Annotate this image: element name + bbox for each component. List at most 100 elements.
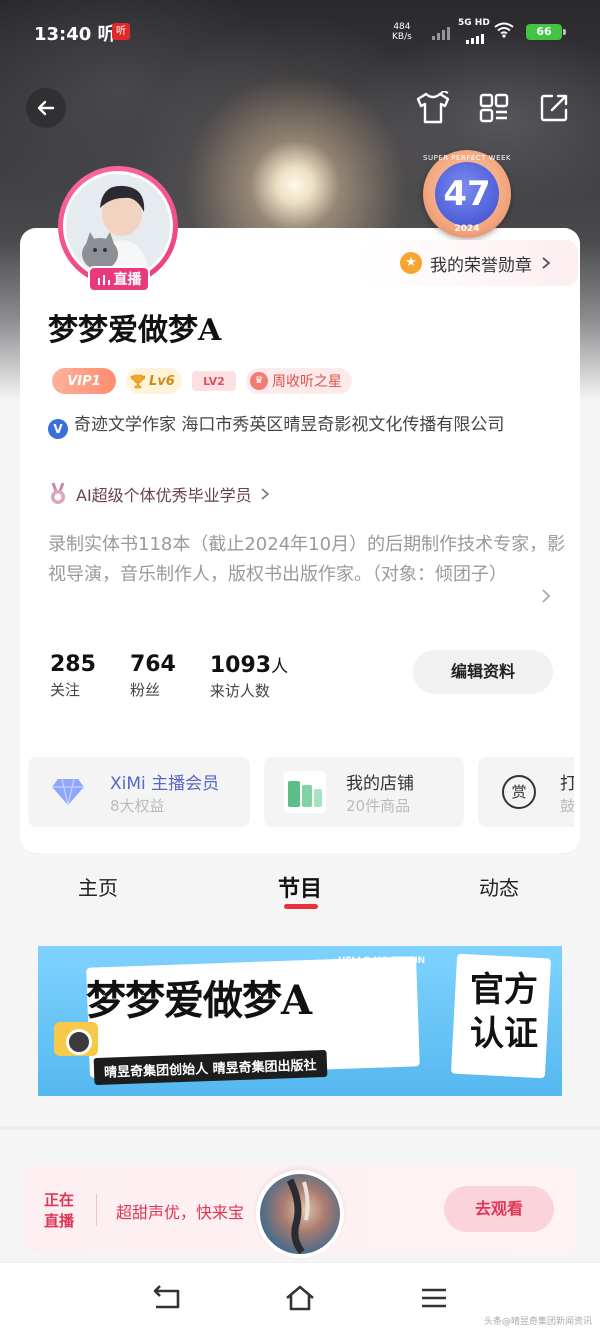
live-room-avatar[interactable] [256,1170,344,1258]
qr-code-button[interactable] [474,88,514,128]
network-speed-unit: KB/s [392,32,412,42]
system-navigation-bar: 头条@晴昱奇集团新闻资讯 [0,1262,600,1333]
avatar-image [63,171,173,281]
live-status-label: 直播 [113,272,142,288]
nav-menu-icon[interactable] [417,1283,451,1313]
signal-5g-icon [466,30,484,44]
service-card-subtitle: 20件商品 [346,797,411,815]
banner-name: 梦梦爱做梦A [86,977,312,1024]
stat-following-label: 关注 [50,681,81,699]
certification-text: 奇迹文学作家 海口市秀英区晴昱奇影视文化传播有限公司 [74,415,505,435]
verified-icon: V [48,419,68,439]
trophy-icon [130,374,146,389]
user-tags: VIP1 Lv6 LV2 ♛ 周收听之星 [52,367,352,395]
wifi-icon [494,22,514,38]
stat-visitors-value: 1093 [209,653,272,678]
tshirt-icon [416,91,450,124]
crown-icon: ♛ [250,372,268,390]
stat-visitors[interactable]: 1093人 来访人数 [210,652,288,701]
service-card-title: 我的店铺 [346,774,414,794]
share-button[interactable] [534,88,574,128]
service-card-my-shop[interactable]: 我的店铺 20件商品 [264,757,464,827]
status-time: 13:40 听 [34,20,116,46]
signal-icon [432,26,450,40]
watch-live-button[interactable]: 去观看 [444,1186,554,1232]
back-button[interactable] [26,88,66,128]
award-text: AI超级个体优秀毕业学员 [76,486,252,505]
level-tag-label: Lv6 [149,373,175,389]
tab-programs[interactable]: 节目 [278,871,322,903]
service-card-subtitle: 8大权益 [110,797,165,815]
nav-back-icon[interactable] [150,1283,184,1313]
shop-product-icon [284,771,326,813]
avatar-illustration [66,174,170,278]
status-time-text: 13:40 [34,24,92,45]
battery-indicator: 66 [526,24,566,40]
live-room-cover-art [286,1178,310,1254]
network-type: 5G HD [458,18,490,28]
stat-fans-value: 764 [129,652,176,677]
live-bar-divider [96,1194,97,1226]
certification: V 奇迹文学作家 海口市秀英区晴昱奇影视文化传播有限公司 [48,412,558,439]
profile-screen: 13:40 听 听 484 KB/s 5G HD 66 SUPER PERFEC… [0,0,600,1333]
stat-fans[interactable]: 764 粉丝 [130,652,176,701]
stat-visitors-label: 来访人数 [209,682,270,700]
network-speed: 484 KB/s [392,22,412,42]
level-tag[interactable]: Lv6 [126,368,182,394]
network-speed-value: 484 [393,22,411,32]
live-status-badge[interactable]: 直播 [88,266,150,292]
nav-home-icon[interactable] [283,1283,317,1313]
service-card-title: 打 [560,774,574,794]
section-divider [0,1126,600,1130]
honor-badge-year: 2024 [454,224,480,234]
bio-text[interactable]: 录制实体书118本（截止2024年10月）的后期制作技术专家，影视导演，音乐制作… [48,530,568,590]
stat-fans-label: 粉丝 [129,681,160,699]
award-ribbon-icon [51,482,65,504]
username: 梦梦爱做梦A [48,313,222,348]
back-arrow-icon [37,100,55,116]
banner-official-label: 官方认证 [470,970,538,1054]
honor-badge-number: 47 [435,162,499,226]
honor-badge-ring-text: SUPER PERFECT WEEK [423,154,512,162]
edit-profile-button[interactable]: 编辑资料 [413,650,553,694]
service-cards: XiMi 主播会员 8大权益 我的店铺 20件商品 赏 打 鼓 [28,757,574,827]
medal-icon [400,252,422,274]
service-card-reward[interactable]: 赏 打 鼓 [478,757,574,827]
banner-hello-text: HELLO HA ER BIN [338,956,426,966]
tab-home[interactable]: 主页 [78,872,118,901]
live-bars-icon [97,275,110,285]
app-notification-icon: 听 [112,23,130,40]
stats-row: 285 关注 764 粉丝 1093人 来访人数 [50,652,288,701]
stat-following[interactable]: 285 关注 [50,652,96,701]
live-now-label: 正在直播 [44,1191,75,1230]
weekly-star-label: 周收听之星 [272,374,342,390]
honor-medals-label: 我的荣誉勋章 [430,255,532,276]
chevron-right-icon [261,488,269,500]
honor-medals-link[interactable]: 我的荣誉勋章 [360,240,578,286]
live-description: 超甜声优，快来宝 [116,1203,245,1222]
camera-icon [54,1022,98,1056]
reward-icon: 赏 [502,775,536,809]
share-icon [540,94,568,122]
qr-code-icon [479,93,509,123]
watermark-text: 头条@晴昱奇集团新闻资讯 [483,1317,592,1327]
chevron-right-icon [542,257,551,269]
stat-visitors-unit: 人 [271,657,289,677]
honor-badge[interactable]: SUPER PERFECT WEEK 47 2024 [423,150,511,238]
weekly-star-tag[interactable]: ♛ 周收听之星 [246,368,352,394]
profile-tabs: 主页 节目 动态 [0,862,600,922]
service-card-title: XiMi 主播会员 [110,774,220,794]
official-certification-banner[interactable]: HELLO HA ER BIN 梦梦爱做梦A 晴昱奇集团创始人 晴昱奇集团出版社… [38,946,562,1096]
stat-following-value: 285 [50,652,96,677]
vip-tag[interactable]: VIP1 [52,368,116,394]
diamond-icon [52,778,84,806]
anchor-level-tag[interactable]: LV2 [192,371,236,391]
award-link[interactable]: AI超级个体优秀毕业学员 [48,482,270,506]
dress-up-button[interactable] [413,88,453,128]
service-card-subtitle: 鼓 [560,797,574,815]
tab-moments[interactable]: 动态 [479,872,519,901]
service-card-anchor-membership[interactable]: XiMi 主播会员 8大权益 [28,757,250,827]
bio-expand-chevron-icon[interactable] [540,588,552,604]
status-bar: 13:40 听 听 484 KB/s 5G HD 66 [0,0,600,64]
active-tab-indicator [284,904,318,909]
